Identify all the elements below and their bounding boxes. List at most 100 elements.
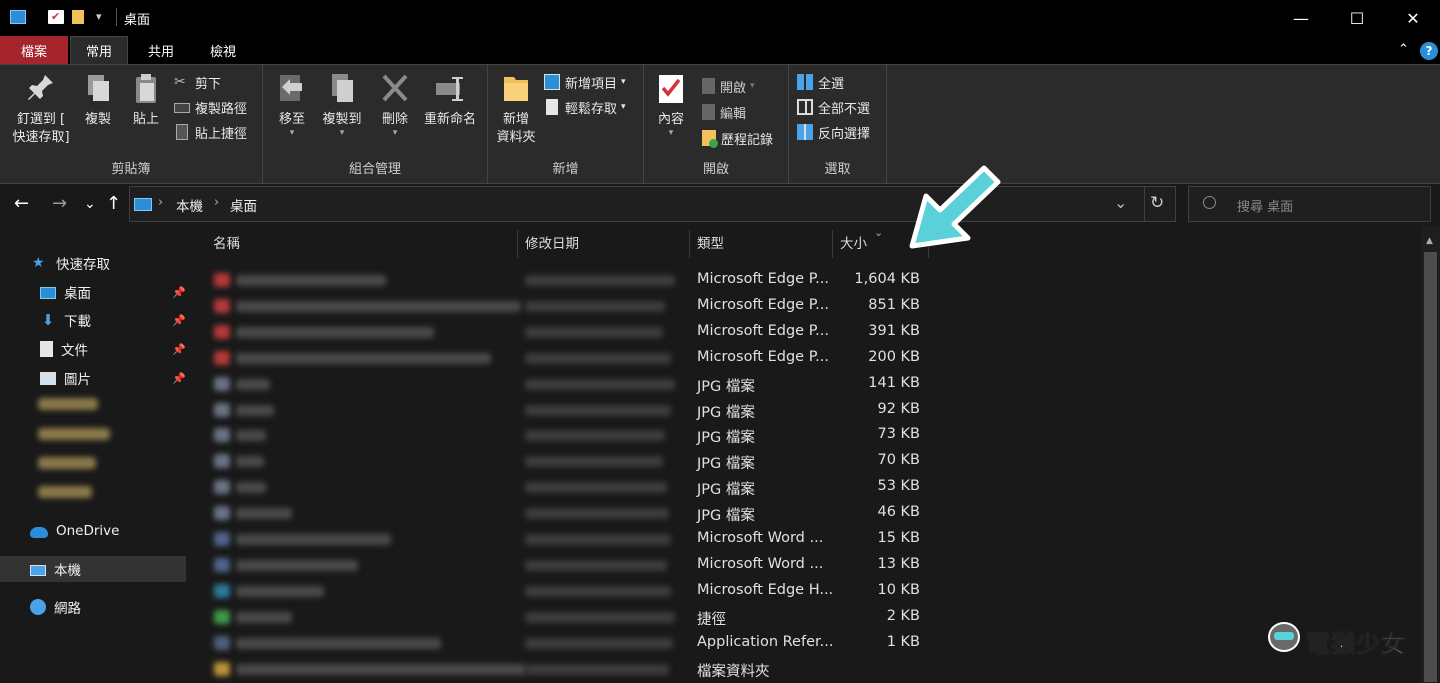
tab-view[interactable]: 檢視 bbox=[194, 36, 252, 64]
rename-button[interactable]: 重新命名 bbox=[419, 71, 481, 129]
pin-icon[interactable]: 📌 bbox=[172, 314, 186, 327]
select-all-button[interactable]: 全選 bbox=[797, 71, 844, 93]
file-icon bbox=[214, 583, 230, 598]
sidebar-item-pictures[interactable]: 圖片 📌 bbox=[0, 365, 186, 391]
sidebar-item-this-pc[interactable]: 本機 bbox=[0, 556, 186, 582]
column-divider[interactable] bbox=[689, 230, 690, 258]
blurred-folder-item[interactable] bbox=[38, 428, 110, 440]
column-header-size[interactable]: 大小 bbox=[840, 232, 867, 252]
help-icon[interactable]: ? bbox=[1420, 42, 1438, 60]
edit-button[interactable]: 編輯 bbox=[702, 101, 746, 123]
table-row[interactable]: JPG 檔案 46 KB bbox=[190, 500, 1420, 526]
file-date-redacted bbox=[525, 637, 673, 649]
pin-icon[interactable]: 📌 bbox=[172, 286, 186, 299]
address-history-dropdown[interactable]: ⌄ bbox=[1114, 193, 1127, 212]
open-button[interactable]: 開啟 ▾ bbox=[702, 75, 755, 97]
delete-button[interactable]: 刪除 ▾ bbox=[375, 71, 415, 138]
recent-locations-button[interactable]: ⌄ bbox=[84, 196, 96, 212]
column-header-type[interactable]: 類型 bbox=[697, 232, 724, 252]
quick-access-dropdown-icon[interactable]: ▾ bbox=[96, 10, 102, 23]
history-button[interactable]: 歷程記錄 bbox=[702, 127, 773, 149]
column-header-date[interactable]: 修改日期 bbox=[525, 232, 579, 252]
sidebar-item-documents[interactable]: 文件 📌 bbox=[0, 336, 186, 362]
column-header-name[interactable]: 名稱 bbox=[213, 232, 240, 252]
easy-access-button[interactable]: 輕鬆存取 ▾ bbox=[544, 96, 626, 118]
copy-button[interactable]: 複製 bbox=[78, 71, 118, 129]
properties-button[interactable]: 內容 ▾ bbox=[652, 71, 690, 138]
forward-button[interactable]: → bbox=[52, 193, 67, 214]
new-folder-button[interactable]: 新增 資料夾 bbox=[492, 71, 540, 147]
vertical-scrollbar[interactable]: ▲ bbox=[1421, 226, 1440, 683]
blurred-folder-item[interactable] bbox=[38, 457, 96, 469]
minimize-button[interactable]: — bbox=[1272, 0, 1330, 36]
file-date-redacted bbox=[525, 456, 663, 468]
copy-path-button[interactable]: 複製路徑 bbox=[174, 96, 247, 118]
pin-icon[interactable]: 📌 bbox=[172, 372, 186, 385]
tab-home[interactable]: 常用 bbox=[70, 36, 128, 64]
paste-button[interactable]: 貼上 bbox=[124, 71, 168, 129]
file-name-redacted bbox=[236, 456, 264, 468]
select-none-button[interactable]: 全部不選 bbox=[797, 96, 870, 118]
move-to-icon bbox=[276, 71, 308, 105]
invert-selection-button[interactable]: 反向選擇 bbox=[797, 121, 870, 143]
clipboard-group: 釘選到 [ 快速存取] 複製 貼上 ✂ 剪下 複製路徑 貼上捷徑 剪貼簿 bbox=[0, 65, 263, 183]
close-button[interactable]: ✕ bbox=[1384, 0, 1440, 36]
address-bar[interactable]: › 本機 › 桌面 ⌄ ↻ bbox=[129, 186, 1176, 222]
new-folder-icon[interactable] bbox=[72, 10, 84, 24]
column-divider[interactable] bbox=[832, 230, 833, 258]
search-input[interactable]: 搜尋 桌面 bbox=[1188, 186, 1431, 222]
properties-icon[interactable]: ✔ bbox=[48, 10, 64, 24]
sidebar-item-desktop[interactable]: 桌面 📌 bbox=[0, 279, 186, 305]
breadcrumb-desktop[interactable]: 桌面 bbox=[230, 195, 257, 215]
history-label: 歷程記錄 bbox=[721, 132, 774, 148]
table-row[interactable]: Microsoft Edge P... 1,604 KB bbox=[190, 267, 1420, 293]
search-placeholder: 搜尋 桌面 bbox=[1237, 200, 1294, 215]
pin-to-quick-access-button[interactable]: 釘選到 [ 快速存取] bbox=[8, 71, 74, 147]
back-button[interactable]: ← bbox=[14, 193, 29, 214]
table-row[interactable]: Microsoft Edge P... 200 KB bbox=[190, 345, 1420, 371]
column-divider[interactable] bbox=[517, 230, 518, 258]
table-row[interactable]: JPG 檔案 73 KB bbox=[190, 422, 1420, 448]
new-item-button[interactable]: 新增項目 ▾ bbox=[544, 71, 626, 93]
move-to-button[interactable]: 移至 ▾ bbox=[271, 71, 313, 138]
table-row[interactable]: JPG 檔案 70 KB bbox=[190, 448, 1420, 474]
scrollbar-thumb[interactable] bbox=[1424, 252, 1437, 682]
table-row[interactable]: Microsoft Edge H... 10 KB bbox=[190, 578, 1420, 604]
pin-icon[interactable]: 📌 bbox=[172, 343, 186, 356]
tab-file[interactable]: 檔案 bbox=[0, 36, 68, 64]
breadcrumb-this-pc[interactable]: 本機 bbox=[176, 195, 203, 215]
maximize-button[interactable]: ☐ bbox=[1328, 0, 1386, 36]
invert-selection-label: 反向選擇 bbox=[818, 126, 871, 142]
cut-button[interactable]: ✂ 剪下 bbox=[174, 71, 221, 93]
file-size: 141 KB bbox=[868, 374, 920, 391]
copy-to-button[interactable]: 複製到 ▾ bbox=[315, 71, 369, 138]
file-date-redacted bbox=[525, 508, 669, 520]
file-date-redacted bbox=[525, 585, 671, 597]
table-row[interactable]: Microsoft Word ... 13 KB bbox=[190, 552, 1420, 578]
file-size: 73 KB bbox=[877, 426, 920, 443]
table-row[interactable]: Microsoft Edge P... 851 KB bbox=[190, 293, 1420, 319]
table-row[interactable]: Application Refer... 1 KB bbox=[190, 630, 1420, 656]
table-row[interactable]: JPG 檔案 92 KB bbox=[190, 397, 1420, 423]
table-row[interactable]: 捷徑 2 KB bbox=[190, 604, 1420, 630]
sidebar-item-network[interactable]: 網路 bbox=[0, 594, 186, 620]
tab-share[interactable]: 共用 bbox=[134, 36, 188, 64]
table-row[interactable]: Microsoft Word ... 15 KB bbox=[190, 526, 1420, 552]
scroll-up-icon[interactable]: ▲ bbox=[1426, 236, 1433, 246]
file-date-redacted bbox=[525, 482, 667, 494]
sidebar-item-downloads[interactable]: ⬇ 下載 📌 bbox=[0, 307, 186, 333]
table-row[interactable]: Microsoft Edge P... 391 KB bbox=[190, 319, 1420, 345]
table-row[interactable]: JPG 檔案 141 KB bbox=[190, 371, 1420, 397]
paste-shortcut-button[interactable]: 貼上捷徑 bbox=[174, 121, 247, 143]
table-row[interactable]: 檔案資料夾 bbox=[190, 656, 1420, 682]
up-button[interactable]: ↑ bbox=[106, 193, 121, 214]
blurred-folder-item[interactable] bbox=[38, 486, 92, 498]
refresh-button[interactable]: ↻ bbox=[1150, 193, 1164, 213]
sidebar-item-quick-access[interactable]: ★ 快速存取 bbox=[0, 250, 186, 276]
file-name-redacted bbox=[236, 534, 391, 545]
sidebar-item-onedrive[interactable]: OneDrive bbox=[0, 518, 186, 544]
select-none-icon bbox=[797, 99, 813, 115]
blurred-folder-item[interactable] bbox=[38, 398, 98, 410]
table-row[interactable]: JPG 檔案 53 KB bbox=[190, 474, 1420, 500]
collapse-ribbon-icon[interactable]: ⌃ bbox=[1398, 42, 1409, 57]
